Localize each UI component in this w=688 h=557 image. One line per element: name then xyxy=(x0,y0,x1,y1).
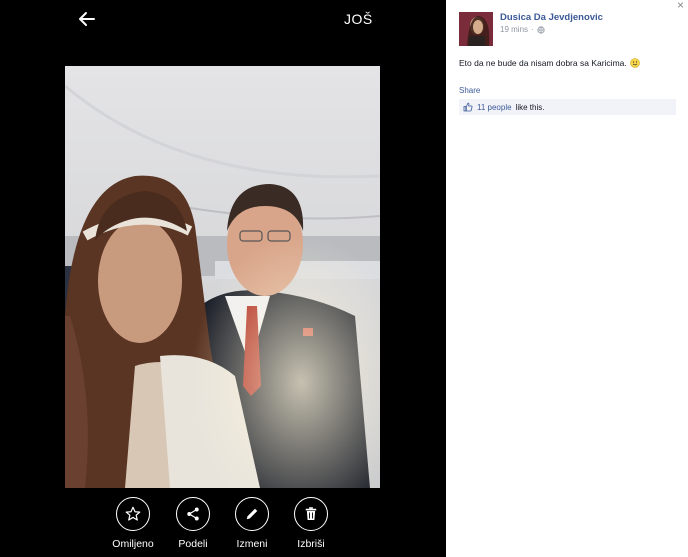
meta-separator: · xyxy=(531,25,534,34)
caption-text: Eto da ne bude da nisam dobra sa Karicim… xyxy=(459,58,627,68)
post-meta: 19 mins · xyxy=(500,25,545,34)
edit-label: Izmeni xyxy=(236,538,268,550)
likes-count-link[interactable]: 11 people xyxy=(477,103,512,112)
share-label: Podeli xyxy=(178,538,208,550)
more-button[interactable]: JOŠ xyxy=(344,11,373,27)
post-caption: Eto da ne bude da nisam dobra sa Karicim… xyxy=(459,58,640,68)
edit-button[interactable]: Izmeni xyxy=(222,497,282,550)
share-link[interactable]: Share xyxy=(459,86,480,95)
back-arrow-icon[interactable] xyxy=(76,8,98,30)
post-time[interactable]: 19 mins xyxy=(500,25,528,34)
pencil-icon xyxy=(235,497,269,531)
delete-label: Izbriši xyxy=(297,538,325,550)
share-photo-button[interactable]: Podeli xyxy=(163,497,223,550)
smile-emoticon-icon xyxy=(629,58,640,68)
author-name[interactable]: Dusica Da Jevdjenovic xyxy=(500,12,603,23)
post-sidebar: × Dusica Da Jevdjenovic 19 mins · Eto da… xyxy=(446,0,688,557)
close-icon[interactable]: × xyxy=(677,0,684,12)
share-icon xyxy=(176,497,210,531)
photo-actions-bar: Omiljeno Podeli Izmeni Izbriši xyxy=(0,497,446,557)
favorite-label: Omiljeno xyxy=(112,538,154,550)
star-icon xyxy=(116,497,150,531)
avatar[interactable] xyxy=(459,12,493,46)
likes-suffix: like this. xyxy=(515,102,545,112)
delete-button[interactable]: Izbriši xyxy=(281,497,341,550)
favorite-button[interactable]: Omiljeno xyxy=(103,497,163,550)
likes-bar: 11 people like this. xyxy=(459,99,676,115)
globe-icon xyxy=(537,25,545,34)
photo-viewer: JOŠ Omiljeno Podeli Izmeni Izbriši xyxy=(0,0,446,557)
trash-icon xyxy=(294,497,328,531)
photo-selfie xyxy=(65,66,380,488)
thumbs-up-icon xyxy=(463,102,473,112)
